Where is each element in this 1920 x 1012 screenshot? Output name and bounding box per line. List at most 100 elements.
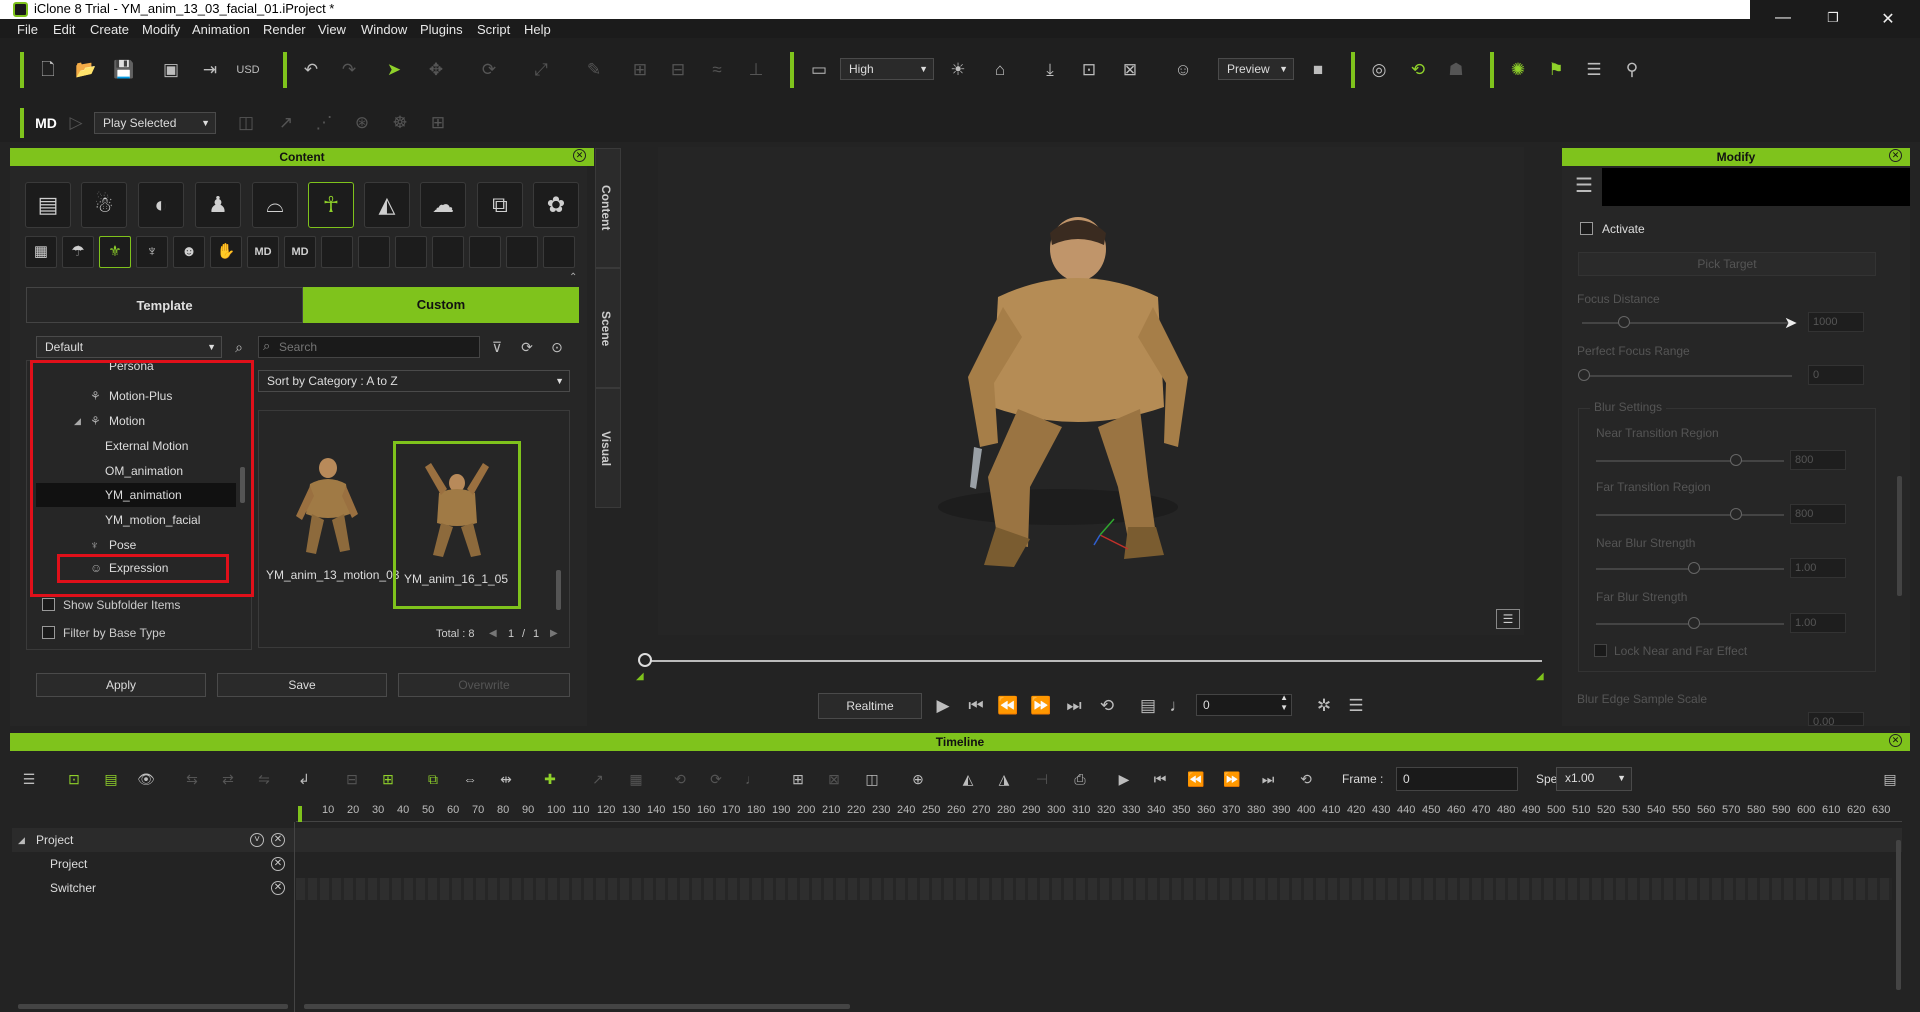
md-tool-icon[interactable]: ⋰	[310, 109, 338, 137]
insert-frame-icon[interactable]: ⊞	[786, 767, 810, 791]
select-arrow-icon[interactable]: ➤	[380, 56, 408, 84]
timeline-scrubber-track[interactable]	[650, 660, 1542, 662]
spring-icon[interactable]: ⟲	[1404, 56, 1432, 84]
chat-comment-icon[interactable]: ☰	[1496, 609, 1520, 629]
scale-icon[interactable]: ⤢	[527, 56, 555, 84]
preview-dropdown[interactable]: Preview ▼	[1218, 58, 1294, 80]
library-dropdown[interactable]: Default ▼	[36, 336, 222, 358]
sort-dropdown[interactable]: Sort by Category : A to Z ▼	[258, 370, 570, 392]
head-category-icon[interactable]: ◐	[138, 182, 184, 228]
tl-fast-forward-icon[interactable]: ⏩	[1220, 767, 1244, 791]
hand-subcategory-icon[interactable]: ✋	[210, 236, 242, 268]
usd-export-icon[interactable]: USD	[234, 56, 262, 84]
collapse-icon[interactable]: ⌃	[569, 272, 577, 283]
music-note-icon[interactable]: ♩	[1164, 692, 1192, 720]
next-page-icon[interactable]: ▶	[550, 628, 558, 639]
filter-icon[interactable]: ⊽	[484, 333, 510, 361]
tl-tool-icon[interactable]: ⟲	[668, 767, 692, 791]
clip-icon[interactable]: ▤	[99, 767, 123, 791]
fit-view-icon[interactable]: ⊡	[1075, 56, 1103, 84]
md-sequence-subcategory-icon[interactable]: MD	[284, 236, 316, 268]
spinner-icon[interactable]: ▲ ▼	[1280, 693, 1288, 713]
render-quality-dropdown[interactable]: High ▼	[840, 58, 934, 80]
tab-scene-vertical[interactable]: Scene	[595, 268, 621, 388]
refresh-icon[interactable]: ⟳	[514, 333, 540, 361]
track-list-icon[interactable]: ☰	[17, 767, 41, 791]
menu-window[interactable]: Window	[361, 22, 407, 37]
pose-subcategory-icon[interactable]: ♆	[136, 236, 168, 268]
md-tool-icon[interactable]: ↗	[272, 109, 300, 137]
menu-script[interactable]: Script	[477, 22, 510, 37]
grid-display-icon[interactable]: ⊠	[1116, 56, 1144, 84]
close-icon[interactable]: ✕	[1889, 734, 1902, 747]
set-category-icon[interactable]: ◭	[364, 182, 410, 228]
track-close-icon[interactable]: ✕	[271, 833, 285, 847]
tl-tool-icon[interactable]: ⇆	[180, 767, 204, 791]
zoom-icon[interactable]: ⊕	[906, 767, 930, 791]
md-play-icon[interactable]: ▷	[62, 109, 90, 137]
tl-tool-icon[interactable]: ⇄	[216, 767, 240, 791]
motion-path-icon[interactable]: ⚲	[1618, 56, 1646, 84]
save-button[interactable]: Save	[217, 673, 387, 697]
open-folder-icon[interactable]: 📂	[72, 56, 100, 84]
md-tool-icon[interactable]: ◫	[232, 109, 260, 137]
media-category-icon[interactable]: ✿	[533, 182, 579, 228]
library-search-icon[interactable]: ⌕	[226, 333, 252, 361]
break-icon[interactable]: ◫	[860, 767, 884, 791]
tab-custom[interactable]: Custom	[303, 287, 579, 323]
3d-viewport[interactable]: ☰	[658, 147, 1524, 635]
minimize-icon[interactable]: —	[1768, 9, 1798, 27]
tab-template[interactable]: Template	[26, 287, 303, 323]
end-marker-icon[interactable]: ◢	[1536, 671, 1544, 682]
flag-icon[interactable]: ⚑	[1542, 56, 1570, 84]
rewind-icon[interactable]: ⏪	[994, 692, 1022, 720]
search-input[interactable]	[279, 338, 475, 356]
menu-help[interactable]: Help	[524, 22, 551, 37]
tl-play-icon[interactable]: ▶	[1112, 767, 1136, 791]
video-camera-icon[interactable]: ■	[1304, 56, 1332, 84]
tl-tool-icon[interactable]: ▦	[624, 767, 648, 791]
insert-clip-icon[interactable]: ⧉	[421, 767, 445, 791]
attach-icon[interactable]: ⊥	[742, 56, 770, 84]
more-options-icon[interactable]: ⊙	[544, 333, 570, 361]
render-window-icon[interactable]: ▭	[805, 56, 833, 84]
md-tool-icon[interactable]: ⊞	[424, 109, 452, 137]
motion-subcategory-icon[interactable]: ⚜	[99, 236, 131, 268]
stage-category-icon[interactable]: ⌓	[252, 182, 298, 228]
mirror-icon[interactable]: ◭	[956, 767, 980, 791]
tab-content-vertical[interactable]: Content	[595, 148, 621, 268]
start-marker-icon[interactable]: ◢	[636, 671, 644, 682]
playhead-marker[interactable]	[298, 806, 302, 822]
align-icon[interactable]: ⊞	[626, 56, 654, 84]
props-category-icon[interactable]: ⧉	[477, 182, 523, 228]
frame-field[interactable]: 0	[1396, 767, 1518, 791]
face-icon[interactable]: ☺	[1169, 56, 1197, 84]
fit-range-icon[interactable]: ⇔	[458, 767, 482, 791]
tl-tool-icon[interactable]: ⊣	[1030, 767, 1054, 791]
playback-menu-icon[interactable]: ☰	[1342, 692, 1370, 720]
tl-skip-end-icon[interactable]: ⏭	[1256, 767, 1280, 791]
tl-tool-icon[interactable]: ♩	[740, 767, 764, 791]
tab-visual-vertical[interactable]: Visual	[595, 388, 621, 508]
pack-project-icon[interactable]: ▣	[157, 56, 185, 84]
collapse-all-icon[interactable]: ˅	[250, 833, 264, 847]
transition-icon[interactable]: ↲	[292, 767, 316, 791]
menu-modify[interactable]: Modify	[142, 22, 180, 37]
tl-tool-icon[interactable]: ⊠	[822, 767, 846, 791]
track-switcher[interactable]: Switcher	[12, 877, 292, 899]
track-close-icon[interactable]: ✕	[271, 857, 285, 871]
timeline-scrubber-knob[interactable]	[638, 653, 652, 667]
physics-icon[interactable]: ◎	[1365, 56, 1393, 84]
skip-end-icon[interactable]: ⏭	[1060, 692, 1088, 720]
animation-category-icon[interactable]: ☥	[308, 182, 354, 228]
restore-icon[interactable]: ❐	[1818, 10, 1848, 26]
subtitle-icon[interactable]: ▤	[1134, 692, 1162, 720]
menu-animation[interactable]: Animation	[192, 22, 250, 37]
export-icon[interactable]: ⇥	[196, 56, 224, 84]
close-icon[interactable]: ✕	[1889, 149, 1902, 162]
export-clip-icon[interactable]: ⎙	[1068, 767, 1092, 791]
current-frame-field[interactable]: 0 ▲ ▼	[1196, 693, 1292, 716]
close-icon[interactable]: ✕	[573, 149, 586, 162]
tl-tool-icon[interactable]: ⇋	[252, 767, 276, 791]
realtime-button[interactable]: Realtime	[818, 693, 922, 719]
